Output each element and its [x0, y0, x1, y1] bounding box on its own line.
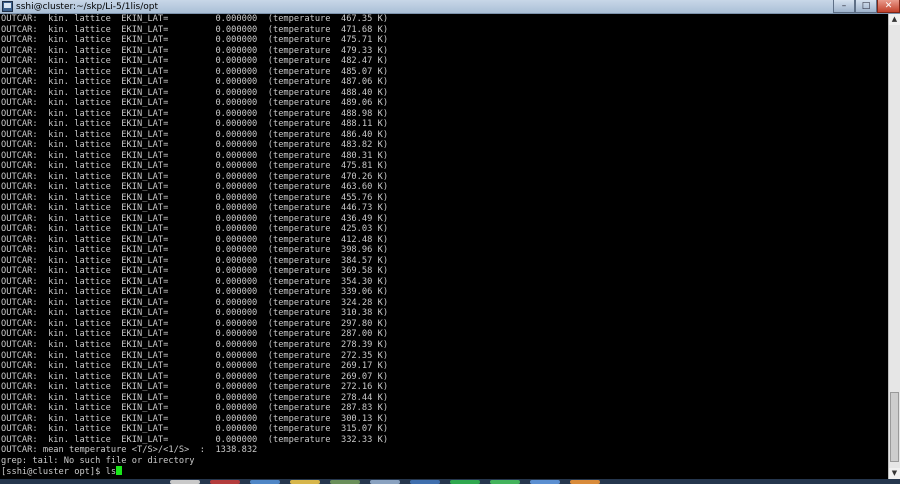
- terminal-line: OUTCAR: kin. lattice EKIN_LAT= 0.000000 …: [1, 24, 389, 35]
- close-button[interactable]: ✕: [877, 0, 900, 13]
- scroll-thumb[interactable]: [890, 392, 899, 462]
- prompt-line[interactable]: [sshi@cluster opt]$ ls: [1, 466, 388, 477]
- scroll-up-arrow-icon[interactable]: ▲: [889, 14, 900, 25]
- terminal-output[interactable]: OUTCAR: kin. lattice EKIN_LAT= 0.000000 …: [0, 14, 888, 479]
- taskbar-item[interactable]: [570, 480, 600, 484]
- text-cursor: [116, 466, 123, 476]
- terminal-line: OUTCAR: kin. lattice EKIN_LAT= 0.000000 …: [1, 66, 389, 77]
- terminal-line: OUTCAR: kin. lattice EKIN_LAT= 0.000000 …: [1, 403, 389, 414]
- window-title: sshi@cluster:~/skp/Li-5/1lis/opt: [16, 2, 159, 12]
- terminal-line: OUTCAR: kin. lattice EKIN_LAT= 0.000000 …: [1, 98, 389, 109]
- terminal-line: OUTCAR: kin. lattice EKIN_LAT= 0.000000 …: [1, 308, 389, 319]
- terminal-line: OUTCAR: kin. lattice EKIN_LAT= 0.000000 …: [1, 213, 389, 224]
- terminal-line: OUTCAR: kin. lattice EKIN_LAT= 0.000000 …: [1, 339, 389, 350]
- terminal-line: grep: tail: No such file or directory: [1, 455, 195, 466]
- terminal-line: OUTCAR: kin. lattice EKIN_LAT= 0.000000 …: [1, 392, 389, 403]
- terminal-line: OUTCAR: kin. lattice EKIN_LAT= 0.000000 …: [1, 255, 389, 266]
- maximize-button[interactable]: □: [855, 0, 877, 13]
- terminal-line: OUTCAR: kin. lattice EKIN_LAT= 0.000000 …: [1, 77, 389, 88]
- terminal-line: OUTCAR: kin. lattice EKIN_LAT= 0.000000 …: [1, 297, 389, 308]
- terminal-line: OUTCAR: kin. lattice EKIN_LAT= 0.000000 …: [1, 434, 389, 445]
- terminal-line: OUTCAR: kin. lattice EKIN_LAT= 0.000000 …: [1, 182, 389, 193]
- terminal-line: OUTCAR: kin. lattice EKIN_LAT= 0.000000 …: [1, 203, 389, 214]
- terminal-line: OUTCAR: kin. lattice EKIN_LAT= 0.000000 …: [1, 329, 389, 340]
- terminal-line: OUTCAR: kin. lattice EKIN_LAT= 0.000000 …: [1, 245, 389, 256]
- terminal-line: OUTCAR: kin. lattice EKIN_LAT= 0.000000 …: [1, 424, 389, 435]
- taskbar-item[interactable]: [170, 480, 200, 484]
- terminal-line: OUTCAR: kin. lattice EKIN_LAT= 0.000000 …: [1, 14, 389, 24]
- taskbar-item[interactable]: [370, 480, 400, 484]
- terminal-line: OUTCAR: kin. lattice EKIN_LAT= 0.000000 …: [1, 45, 389, 56]
- terminal-line: OUTCAR: kin. lattice EKIN_LAT= 0.000000 …: [1, 413, 389, 424]
- taskbar-item[interactable]: [530, 480, 560, 484]
- terminal-line: OUTCAR: kin. lattice EKIN_LAT= 0.000000 …: [1, 371, 389, 382]
- terminal-line: OUTCAR: kin. lattice EKIN_LAT= 0.000000 …: [1, 318, 389, 329]
- terminal-line: OUTCAR: kin. lattice EKIN_LAT= 0.000000 …: [1, 140, 389, 151]
- terminal-line: OUTCAR: kin. lattice EKIN_LAT= 0.000000 …: [1, 119, 389, 130]
- scroll-down-arrow-icon[interactable]: ▼: [889, 468, 900, 479]
- taskbar-item[interactable]: [330, 480, 360, 484]
- terminal-line: OUTCAR: kin. lattice EKIN_LAT= 0.000000 …: [1, 234, 389, 245]
- terminal-line: OUTCAR: kin. lattice EKIN_LAT= 0.000000 …: [1, 276, 389, 287]
- shell-prompt: [sshi@cluster opt]$: [1, 467, 106, 478]
- terminal-line: OUTCAR: mean temperature <T/S>/<1/S> : 1…: [1, 445, 258, 456]
- terminal-line: OUTCAR: kin. lattice EKIN_LAT= 0.000000 …: [1, 192, 389, 203]
- taskbar[interactable]: [0, 479, 900, 484]
- terminal-lines: OUTCAR: kin. lattice EKIN_LAT= 0.000000 …: [1, 14, 388, 477]
- taskbar-item[interactable]: [210, 480, 240, 484]
- terminal-line: OUTCAR: kin. lattice EKIN_LAT= 0.000000 …: [1, 87, 389, 98]
- terminal-line: OUTCAR: kin. lattice EKIN_LAT= 0.000000 …: [1, 161, 389, 172]
- terminal-line: OUTCAR: kin. lattice EKIN_LAT= 0.000000 …: [1, 361, 389, 372]
- terminal-line: OUTCAR: kin. lattice EKIN_LAT= 0.000000 …: [1, 350, 389, 361]
- terminal-line: OUTCAR: kin. lattice EKIN_LAT= 0.000000 …: [1, 108, 389, 119]
- terminal-line: OUTCAR: kin. lattice EKIN_LAT= 0.000000 …: [1, 35, 389, 46]
- terminal-line: OUTCAR: kin. lattice EKIN_LAT= 0.000000 …: [1, 129, 389, 140]
- vertical-scrollbar[interactable]: ▲ ▼: [888, 14, 900, 479]
- taskbar-item[interactable]: [250, 480, 280, 484]
- taskbar-item[interactable]: [490, 480, 520, 484]
- terminal-line: OUTCAR: kin. lattice EKIN_LAT= 0.000000 …: [1, 287, 389, 298]
- taskbar-item[interactable]: [410, 480, 440, 484]
- terminal-line: OUTCAR: kin. lattice EKIN_LAT= 0.000000 …: [1, 150, 389, 161]
- terminal-line: OUTCAR: kin. lattice EKIN_LAT= 0.000000 …: [1, 224, 389, 235]
- title-bar[interactable]: sshi@cluster:~/skp/Li-5/1lis/opt – □ ✕: [0, 0, 900, 14]
- taskbar-item[interactable]: [450, 480, 480, 484]
- typed-command[interactable]: ls: [106, 467, 116, 477]
- terminal-app-icon[interactable]: [2, 1, 13, 12]
- terminal-line: OUTCAR: kin. lattice EKIN_LAT= 0.000000 …: [1, 382, 389, 393]
- taskbar-item[interactable]: [290, 480, 320, 484]
- terminal-line: OUTCAR: kin. lattice EKIN_LAT= 0.000000 …: [1, 56, 389, 67]
- terminal-line: OUTCAR: kin. lattice EKIN_LAT= 0.000000 …: [1, 266, 389, 277]
- terminal-line: OUTCAR: kin. lattice EKIN_LAT= 0.000000 …: [1, 171, 389, 182]
- minimize-button[interactable]: –: [833, 0, 855, 13]
